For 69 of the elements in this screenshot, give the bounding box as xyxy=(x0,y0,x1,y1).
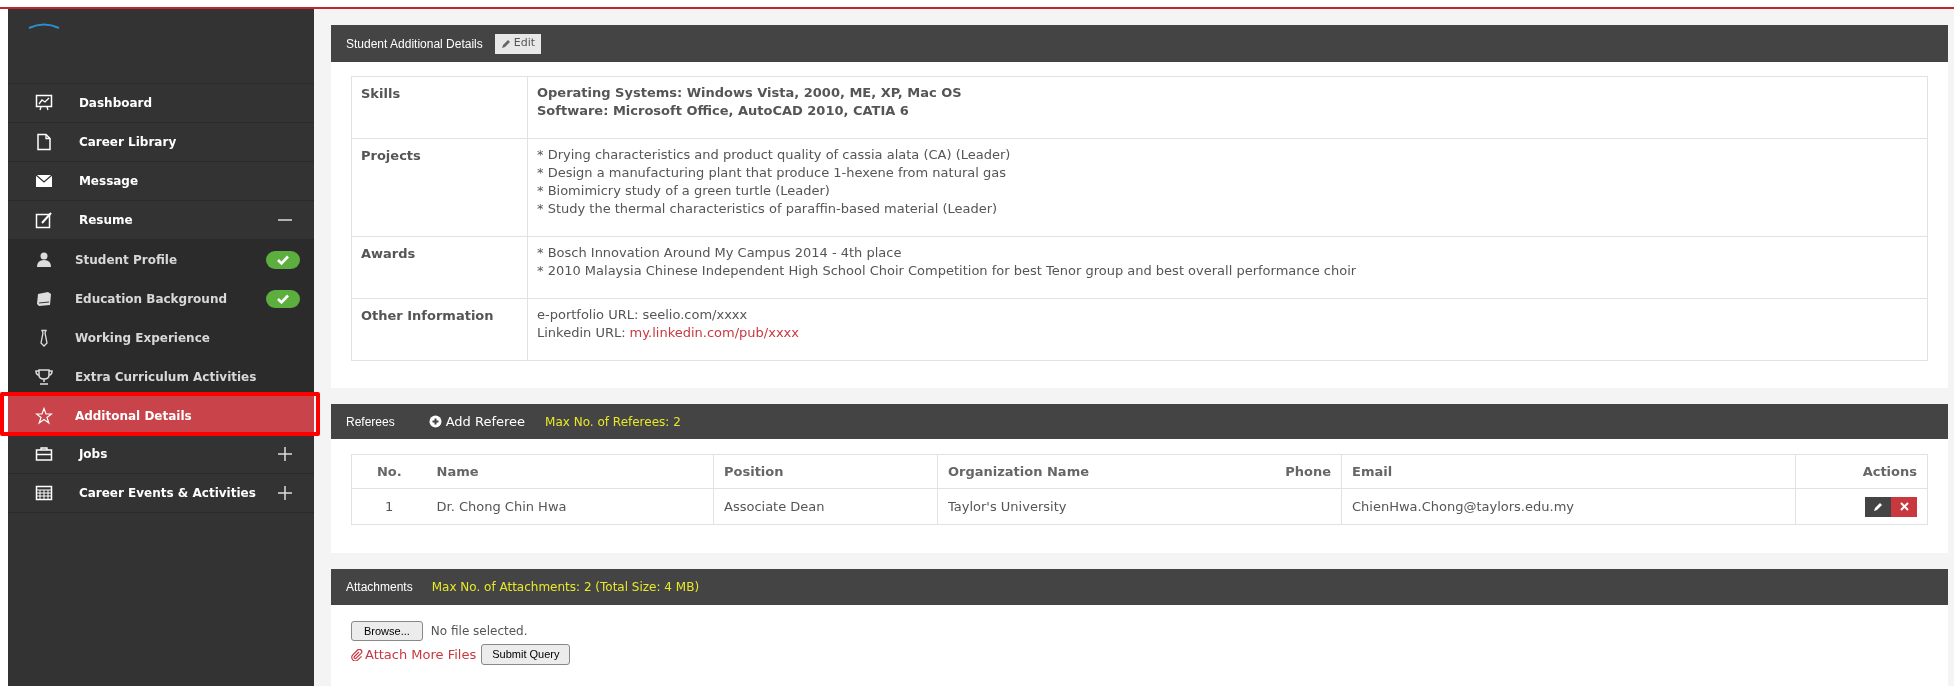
edit-button[interactable]: Edit xyxy=(494,33,542,54)
edit-icon xyxy=(34,211,53,229)
add-referee-button[interactable]: Add Referee xyxy=(428,411,526,432)
document-icon xyxy=(34,133,53,151)
row-label: Projects xyxy=(351,138,528,237)
limit-note: Max No. of Attachments: 2 (Total Size: 4 MB) xyxy=(431,579,700,596)
nav-item[interactable]: Career Events & Activities xyxy=(7,474,314,513)
logo-icon xyxy=(27,23,60,29)
detail-text: * Bosch Innovation Around My Campus 2014 - 4th place xyxy=(537,244,902,262)
nav-subitem[interactable]: Working Experience xyxy=(7,318,314,357)
paperclip-icon xyxy=(351,648,363,661)
column-header: Position xyxy=(713,454,938,489)
pencil-icon xyxy=(1873,501,1883,512)
profile-link[interactable]: my.linkedin.com/pub/xxxx xyxy=(629,324,799,342)
row-label: Other Information xyxy=(351,298,528,361)
book-icon xyxy=(34,289,53,308)
nav-subitem[interactable]: Extra Curriculum Activities xyxy=(7,357,314,396)
edit-button[interactable] xyxy=(1865,496,1891,517)
person-icon xyxy=(34,250,53,269)
plus-circle-icon xyxy=(428,415,442,428)
submit-query-button[interactable]: Submit Query xyxy=(481,644,571,665)
trophy-icon xyxy=(34,367,53,386)
close-icon xyxy=(1899,502,1909,511)
briefcase-icon xyxy=(34,445,53,463)
envelope-icon xyxy=(34,172,53,190)
column-header: Name xyxy=(426,454,714,489)
detail-text: * Design a manufacturing plant that produce 1-hexene from natural gas xyxy=(537,164,1006,182)
limit-note: Max No. of Referees: 2 xyxy=(545,413,681,431)
calendar-icon xyxy=(34,484,53,502)
browse-button[interactable]: Browse... xyxy=(351,621,423,641)
column-header: Actions xyxy=(1795,454,1928,489)
detail-text: * Drying characteristics and product quality of cassia alata (CA) (Leader) xyxy=(537,146,1011,164)
nav-subitem[interactable]: Student Profile xyxy=(7,240,314,279)
column-header: Organization Name xyxy=(937,454,1138,489)
expand-icon[interactable] xyxy=(278,486,292,500)
row-label: Awards xyxy=(351,236,528,299)
nav-item[interactable]: Dashboard xyxy=(7,84,314,123)
expand-icon[interactable] xyxy=(278,447,292,461)
nav-item[interactable]: Message xyxy=(7,162,314,201)
table-cell: 1 xyxy=(351,488,427,525)
detail-text: Linkedin URL: xyxy=(537,324,626,342)
check-icon xyxy=(276,253,290,266)
nav-item[interactable]: Jobs xyxy=(7,435,314,474)
check-icon xyxy=(276,292,290,305)
table-cell: Taylor's University xyxy=(937,488,1138,525)
star-icon xyxy=(34,406,53,425)
detail-text: Software: Microsoft Office, AutoCAD 2010, CATIA 6 xyxy=(537,102,909,120)
table-cell: ChienHwa.Chong@taylors.edu.my xyxy=(1341,488,1796,525)
detail-text: * 2010 Malaysia Chinese Independent High School Choir Competition for best Tenor group and best overall performance choir xyxy=(537,262,1357,280)
nav-subitem[interactable]: Education Background xyxy=(7,279,314,318)
detail-text: * Biomimicry study of a green turtle (Leader) xyxy=(537,182,830,200)
table-cell: Associate Dean xyxy=(713,488,938,525)
chart-board-icon xyxy=(34,94,53,112)
table-cell: Dr. Chong Chin Hwa xyxy=(426,488,714,525)
column-header: Email xyxy=(1341,454,1796,489)
delete-button[interactable] xyxy=(1891,496,1917,517)
panel-title: Attachments xyxy=(346,579,413,596)
file-status: No file selected. xyxy=(430,623,528,640)
detail-text: e-portfolio URL: seelio.com/xxxx xyxy=(537,306,748,324)
pencil-icon xyxy=(500,38,511,49)
detail-text: Operating Systems: Windows Vista, 2000, ME, XP, Mac OS xyxy=(537,84,962,102)
nav-item[interactable]: Career Library xyxy=(7,123,314,162)
attach-more-files-link[interactable]: Attach More Files xyxy=(351,644,477,665)
column-header: Phone xyxy=(1137,454,1342,489)
detail-text: * Study the thermal characteristics of paraffin-based material (Leader) xyxy=(537,200,998,218)
panel-title: Student Additional Details xyxy=(346,35,483,53)
panel-title: Referees xyxy=(346,413,395,431)
column-header: No. xyxy=(351,454,427,489)
row-label: Skills xyxy=(351,76,528,139)
